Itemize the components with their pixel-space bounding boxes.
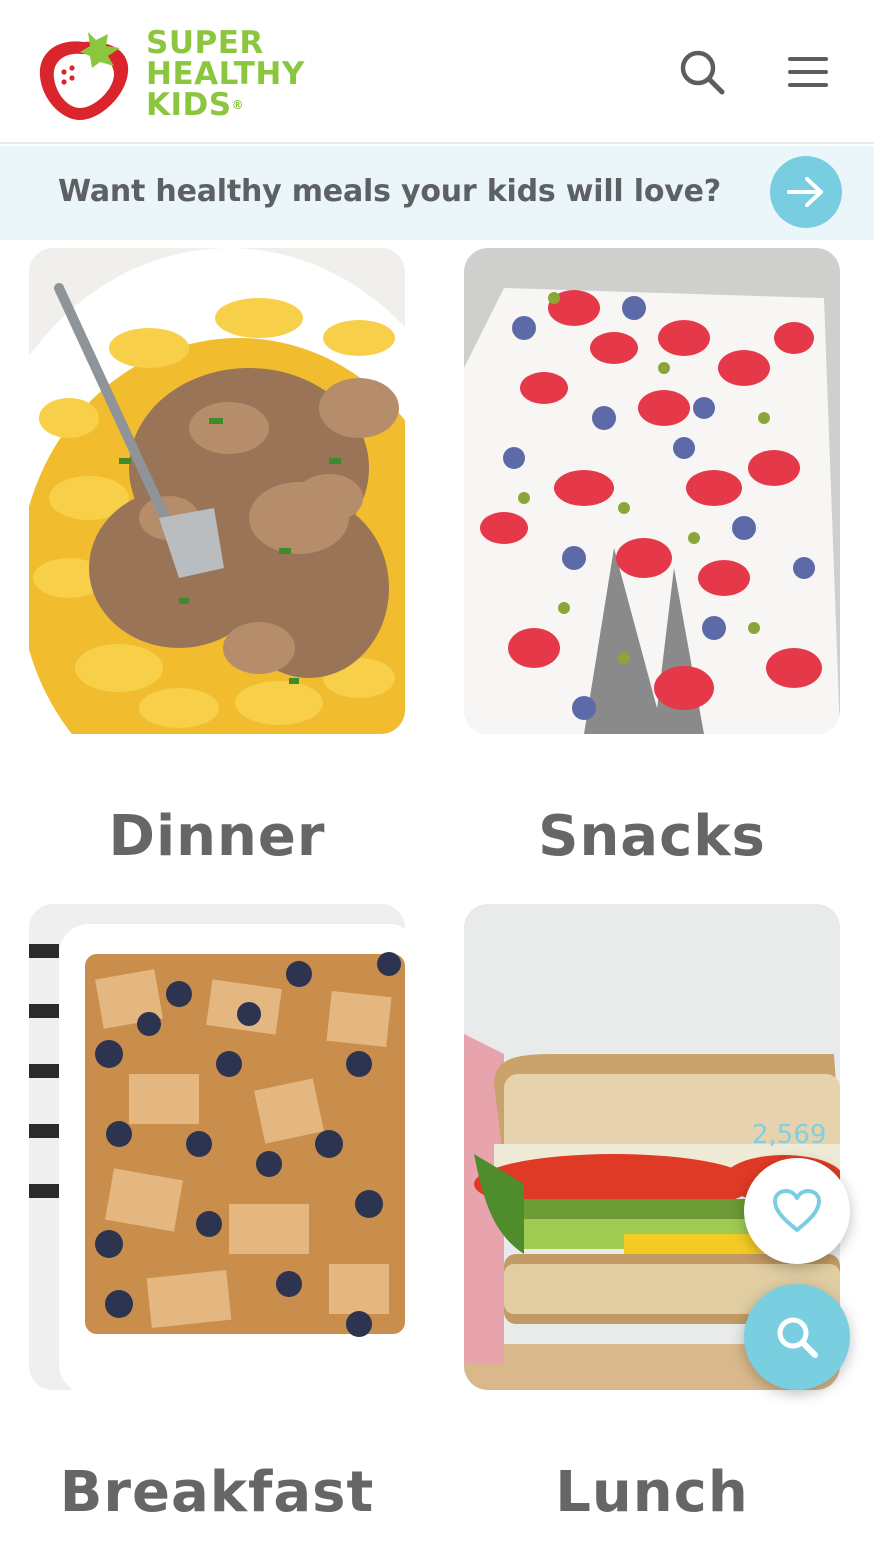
strawberry-logo-icon (39, 32, 129, 120)
category-title-lunch[interactable]: Lunch (464, 1460, 840, 1525)
logo-wordmark: SUPER HEALTHY KIDS® (146, 24, 305, 123)
floating-search-button[interactable] (744, 1284, 850, 1390)
banner-text: Want healthy meals your kids will love? (58, 174, 721, 209)
site-logo[interactable]: SUPER HEALTHY KIDS® (36, 22, 336, 126)
category-card-snacks[interactable]: Snacks (464, 248, 840, 869)
logo-line-3: KIDS® (146, 86, 305, 123)
logo-line-3-text: KIDS (146, 86, 232, 123)
snacks-photo[interactable] (464, 248, 840, 734)
search-icon (680, 50, 725, 95)
logo-line-2: HEALTHY (146, 55, 305, 92)
category-card-dinner[interactable]: Dinner (29, 248, 405, 869)
category-title-breakfast[interactable]: Breakfast (29, 1460, 405, 1525)
snacks-photo-art (464, 248, 840, 734)
dinner-photo-art (29, 248, 405, 734)
arrow-right-icon (787, 177, 823, 207)
category-title-snacks[interactable]: Snacks (464, 804, 840, 869)
hamburger-menu-icon (788, 57, 828, 87)
header-search-button[interactable] (674, 44, 730, 100)
breakfast-photo[interactable] (29, 904, 405, 1390)
logo-line-1: SUPER (146, 24, 264, 61)
header-menu-button[interactable] (780, 44, 836, 100)
banner-arrow-button[interactable] (770, 156, 842, 228)
site-header: SUPER HEALTHY KIDS® (0, 0, 874, 144)
category-card-breakfast[interactable]: Breakfast (29, 904, 405, 1525)
dinner-photo[interactable] (29, 248, 405, 734)
registered-mark: ® (231, 97, 245, 112)
breakfast-photo-art (29, 904, 405, 1390)
save-count: 2,569 (752, 1120, 827, 1150)
heart-icon (773, 1189, 821, 1232)
category-title-dinner[interactable]: Dinner (29, 804, 405, 869)
promo-banner[interactable]: Want healthy meals your kids will love? (0, 146, 874, 240)
favorite-button[interactable] (744, 1158, 850, 1264)
search-icon (777, 1317, 818, 1358)
